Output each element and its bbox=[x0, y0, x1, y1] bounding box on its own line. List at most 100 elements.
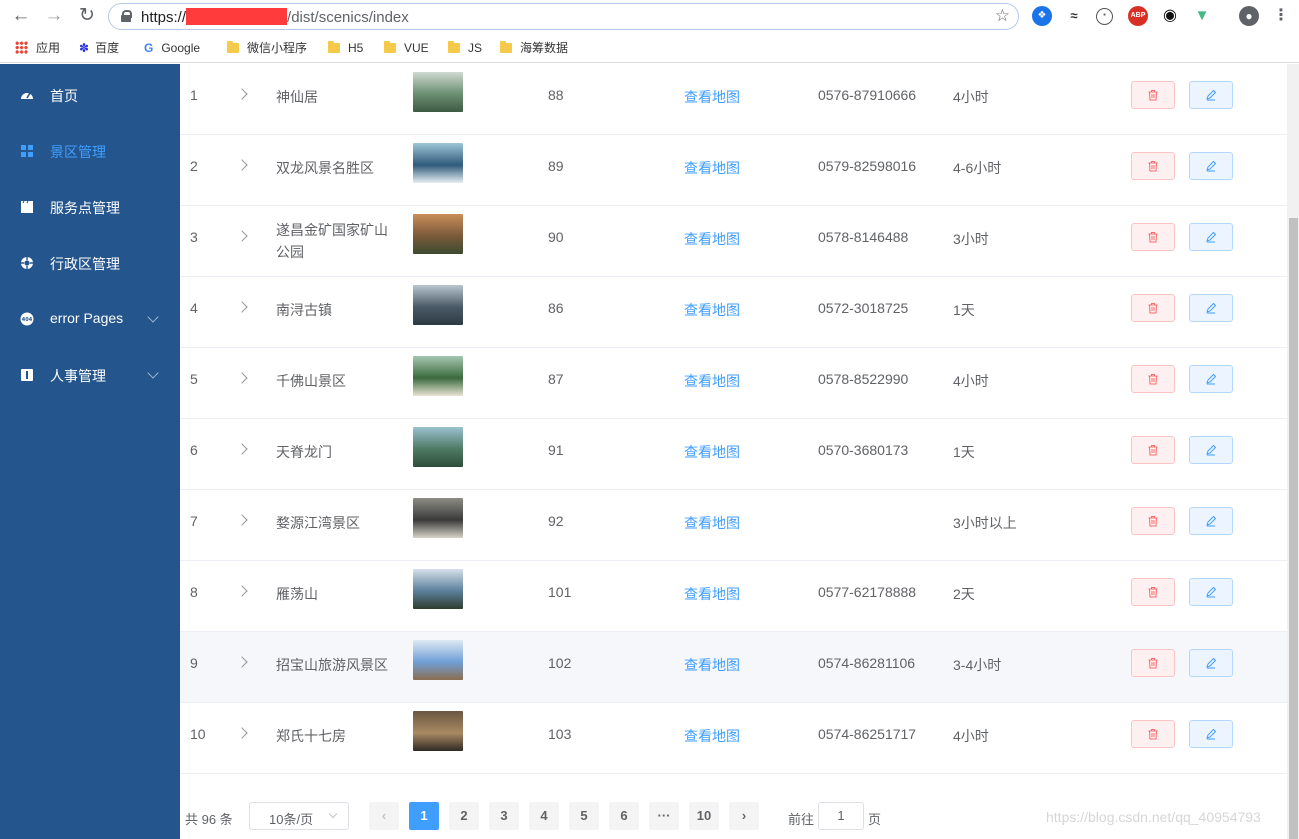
eye-extension-icon[interactable]: ◉ bbox=[1160, 6, 1180, 26]
scenic-thumbnail bbox=[413, 285, 463, 325]
bookmark-star-icon[interactable]: ☆ bbox=[995, 6, 1010, 26]
sidebar-item-service[interactable]: 服务点管理 bbox=[0, 179, 180, 235]
sidebar-item-error-pages[interactable]: 404 error Pages bbox=[0, 291, 180, 347]
delete-button[interactable] bbox=[1131, 720, 1175, 748]
view-map-link[interactable]: 查看地图 bbox=[684, 371, 740, 391]
edit-button[interactable] bbox=[1189, 720, 1233, 748]
view-map-link[interactable]: 查看地图 bbox=[684, 300, 740, 320]
view-map-link[interactable]: 查看地图 bbox=[684, 442, 740, 462]
scenic-name: 婺源江湾景区 bbox=[276, 515, 360, 531]
table-row[interactable]: 5 千佛山景区 87 查看地图 0578-8522990 4小时 bbox=[180, 348, 1287, 419]
expand-chevron-icon[interactable] bbox=[236, 230, 248, 242]
delete-button[interactable] bbox=[1131, 365, 1175, 393]
delete-button[interactable] bbox=[1131, 436, 1175, 464]
table-row[interactable]: 8 雁荡山 101 查看地图 0577-62178888 2天 bbox=[180, 561, 1287, 632]
delete-button[interactable] bbox=[1131, 507, 1175, 535]
scrollbar-thumb[interactable] bbox=[1289, 218, 1298, 839]
scenic-duration: 4小时 bbox=[953, 728, 989, 744]
expand-chevron-icon[interactable] bbox=[236, 514, 248, 526]
expand-chevron-icon[interactable] bbox=[236, 88, 248, 100]
next-page-button[interactable]: › bbox=[729, 802, 759, 830]
page-button[interactable]: 5 bbox=[569, 802, 599, 830]
table-row[interactable]: 1 神仙居 88 查看地图 0576-87910666 4小时 bbox=[180, 64, 1287, 135]
view-map-link[interactable]: 查看地图 bbox=[684, 513, 740, 533]
reload-icon[interactable]: ↻ bbox=[75, 5, 99, 27]
bookmark-haichou[interactable]: 海筹数据 bbox=[500, 40, 568, 56]
edit-button[interactable] bbox=[1189, 507, 1233, 535]
sidebar-item-hr[interactable]: 人事管理 bbox=[0, 347, 180, 403]
view-map-link[interactable]: 查看地图 bbox=[684, 87, 740, 107]
table-row[interactable]: 2 双龙风景名胜区 89 查看地图 0579-82598016 4-6小时 bbox=[180, 135, 1287, 206]
view-map-link[interactable]: 查看地图 bbox=[684, 158, 740, 178]
bookmark-js[interactable]: JS bbox=[448, 40, 482, 56]
scenic-name: 双龙风景名胜区 bbox=[276, 160, 374, 176]
vue-devtools-icon[interactable]: ▼ bbox=[1192, 6, 1212, 26]
extension-translate-icon[interactable]: ≈ bbox=[1064, 6, 1084, 26]
view-map-link[interactable]: 查看地图 bbox=[684, 655, 740, 675]
forward-icon[interactable]: → bbox=[42, 5, 66, 27]
table-row[interactable]: 4 南浔古镇 86 查看地图 0572-3018725 1天 bbox=[180, 277, 1287, 348]
table-row[interactable]: 6 天脊龙门 91 查看地图 0570-3680173 1天 bbox=[180, 419, 1287, 490]
page-button[interactable]: 10 bbox=[689, 802, 719, 830]
scenic-thumbnail bbox=[413, 498, 463, 538]
edit-button[interactable] bbox=[1189, 365, 1233, 393]
expand-chevron-icon[interactable] bbox=[236, 656, 248, 668]
page-button[interactable]: 2 bbox=[449, 802, 479, 830]
delete-button[interactable] bbox=[1131, 294, 1175, 322]
table-row[interactable]: 3 遂昌金矿国家矿山公园 90 查看地图 0578-8146488 3小时 bbox=[180, 206, 1287, 277]
view-map-link[interactable]: 查看地图 bbox=[684, 229, 740, 249]
prev-page-button[interactable]: ‹ bbox=[369, 802, 399, 830]
scenic-name: 雁荡山 bbox=[276, 586, 318, 602]
expand-chevron-icon[interactable] bbox=[236, 585, 248, 597]
sidebar-item-scenic[interactable]: 景区管理 bbox=[0, 123, 180, 179]
delete-button[interactable] bbox=[1131, 223, 1175, 251]
trash-icon bbox=[1148, 445, 1158, 456]
bookmark-google[interactable]: G Google bbox=[144, 40, 200, 56]
expand-chevron-icon[interactable] bbox=[236, 727, 248, 739]
expand-chevron-icon[interactable] bbox=[236, 443, 248, 455]
expand-chevron-icon[interactable] bbox=[236, 159, 248, 171]
bookmark-apps[interactable]: 应用 bbox=[15, 40, 60, 56]
table-row[interactable]: 10 郑氏十七房 103 查看地图 0574-86251717 4小时 bbox=[180, 703, 1287, 774]
menu-dots-icon[interactable]: ⋮ bbox=[1271, 6, 1291, 26]
page-button[interactable]: 1 bbox=[409, 802, 439, 830]
view-map-link[interactable]: 查看地图 bbox=[684, 726, 740, 746]
edit-button[interactable] bbox=[1189, 152, 1233, 180]
adblock-icon[interactable]: ABP bbox=[1128, 6, 1148, 26]
svg-text:404: 404 bbox=[22, 317, 33, 323]
page-button[interactable]: 4 bbox=[529, 802, 559, 830]
extension-circle-icon[interactable]: ⋅ bbox=[1096, 8, 1113, 25]
edit-button[interactable] bbox=[1189, 436, 1233, 464]
table-row[interactable]: 7 婺源江湾景区 92 查看地图 3小时以上 bbox=[180, 490, 1287, 561]
pencil-icon bbox=[1206, 89, 1217, 101]
expand-chevron-icon[interactable] bbox=[236, 372, 248, 384]
edit-button[interactable] bbox=[1189, 81, 1233, 109]
edit-button[interactable] bbox=[1189, 223, 1233, 251]
sidebar-item-district[interactable]: 行政区管理 bbox=[0, 235, 180, 291]
goto-page-input[interactable]: 1 bbox=[818, 802, 864, 830]
profile-avatar-icon[interactable]: ● bbox=[1239, 6, 1259, 26]
bookmark-h5[interactable]: H5 bbox=[328, 40, 363, 56]
expand-chevron-icon[interactable] bbox=[236, 301, 248, 313]
page-size-select[interactable]: 10条/页 bbox=[249, 802, 349, 830]
bookmark-wechat[interactable]: 微信小程序 bbox=[227, 40, 307, 56]
page-ellipsis-button[interactable]: ··· bbox=[649, 802, 679, 830]
delete-button[interactable] bbox=[1131, 649, 1175, 677]
edit-button[interactable] bbox=[1189, 294, 1233, 322]
sidebar-item-home[interactable]: 首页 bbox=[0, 67, 180, 123]
delete-button[interactable] bbox=[1131, 152, 1175, 180]
view-map-link[interactable]: 查看地图 bbox=[684, 584, 740, 604]
bookmark-vue[interactable]: VUE bbox=[384, 40, 429, 56]
scenic-name: 神仙居 bbox=[276, 89, 318, 105]
bookmark-baidu[interactable]: ✽ 百度 bbox=[79, 40, 119, 56]
table-row[interactable]: 9 招宝山旅游风景区 102 查看地图 0574-86281106 3-4小时 bbox=[180, 632, 1287, 703]
edit-button[interactable] bbox=[1189, 649, 1233, 677]
edit-button[interactable] bbox=[1189, 578, 1233, 606]
page-button[interactable]: 6 bbox=[609, 802, 639, 830]
extension-globe-icon[interactable]: ❖ bbox=[1032, 6, 1052, 26]
address-bar[interactable]: https:///dist/scenics/index ☆ bbox=[108, 3, 1019, 30]
delete-button[interactable] bbox=[1131, 578, 1175, 606]
delete-button[interactable] bbox=[1131, 81, 1175, 109]
back-icon[interactable]: ← bbox=[9, 5, 33, 27]
page-button[interactable]: 3 bbox=[489, 802, 519, 830]
